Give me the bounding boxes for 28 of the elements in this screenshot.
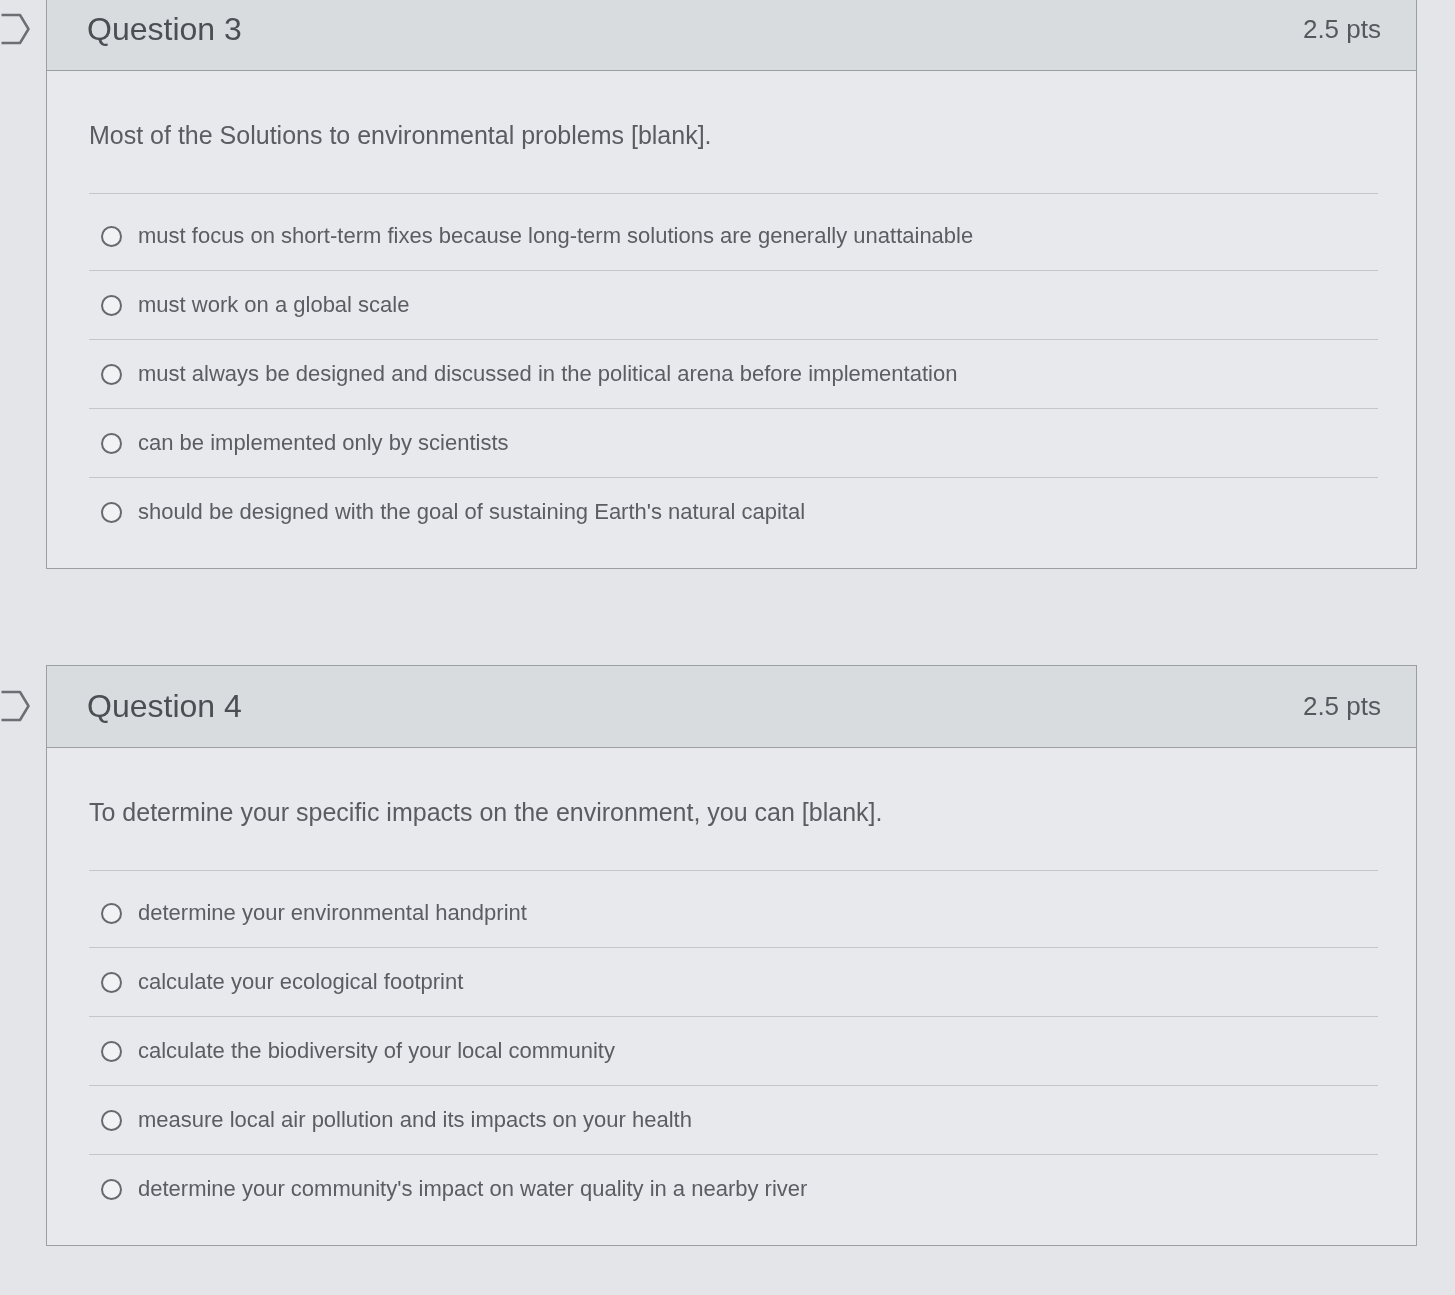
radio-button[interactable]: [101, 294, 122, 316]
points-label: 2.5 pts: [1302, 14, 1381, 45]
answer-label: must always be designed and discussed in the political arena before implementation: [138, 361, 958, 387]
answer-label: can be implemented only by scientists: [138, 430, 509, 456]
tag-icon[interactable]: [0, 12, 30, 46]
question-text: To determine your specific impacts on the environment, you can [blank].: [89, 797, 883, 828]
radio-button[interactable]: [101, 1109, 122, 1131]
answer-label: must work on a global scale: [138, 292, 410, 318]
radio-button[interactable]: [101, 902, 122, 924]
radio-button[interactable]: [101, 225, 122, 247]
answer-label: should be designed with the goal of sustaining Earth's natural capital: [138, 499, 806, 525]
question-title: Question 3: [87, 11, 242, 48]
radio-button[interactable]: [101, 1178, 122, 1200]
answer-label: measure local air pollution and its impacts on your health: [138, 1107, 692, 1133]
answer-label: determine your community's impact on water quality in a nearby river: [138, 1176, 808, 1202]
answer-label: calculate your ecological footprint: [138, 969, 464, 995]
tag-icon[interactable]: [0, 689, 30, 723]
radio-button[interactable]: [101, 432, 122, 454]
points-label: 2.5 pts: [1302, 691, 1381, 722]
question-text: Most of the Solutions to environmental problems [blank].: [89, 120, 712, 151]
question-title: Question 4: [87, 688, 242, 725]
answer-label: calculate the biodiversity of your local community: [138, 1038, 615, 1064]
answer-label: must focus on short-term fixes because long-term solutions are generally unattainable: [138, 223, 974, 249]
radio-button[interactable]: [101, 1040, 122, 1062]
answer-label: determine your environmental handprint: [138, 900, 527, 926]
radio-button[interactable]: [101, 363, 122, 385]
radio-button[interactable]: [101, 501, 122, 523]
radio-button[interactable]: [101, 971, 122, 993]
